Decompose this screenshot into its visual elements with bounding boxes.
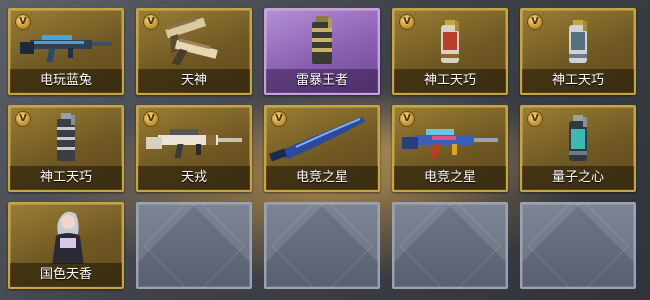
item-name: 神工天巧 xyxy=(10,166,122,190)
item-slot-5[interactable]: V 神工天巧 xyxy=(520,8,636,95)
item-name: 电玩蓝兔 xyxy=(10,69,122,93)
empty-slot[interactable] xyxy=(136,202,252,289)
empty-slot[interactable] xyxy=(264,202,380,289)
inventory-grid: V 电玩蓝兔 V 天神 雷暴王者 V 神工天巧 V 神工天巧 V 神工天巧 V … xyxy=(0,0,650,300)
rifle-icon xyxy=(402,129,498,158)
item-name: 神工天巧 xyxy=(522,69,634,93)
grenade-icon xyxy=(312,16,332,64)
item-slot-3[interactable]: 雷暴王者 xyxy=(264,8,380,95)
grenade-icon xyxy=(569,20,587,63)
item-name: 国色天香 xyxy=(10,263,122,287)
item-slot-4[interactable]: V 神工天巧 xyxy=(392,8,508,95)
item-slot-11[interactable]: 国色天香 xyxy=(8,202,124,289)
item-slot-6[interactable]: V 神工天巧 xyxy=(8,105,124,192)
dual-pistols-icon xyxy=(165,17,218,66)
empty-slot[interactable] xyxy=(520,202,636,289)
character-icon xyxy=(52,211,84,264)
rifle-icon xyxy=(20,35,112,62)
item-name: 天戎 xyxy=(138,166,250,190)
item-name: 电竞之星 xyxy=(266,166,378,190)
grenade-icon xyxy=(441,20,459,63)
item-slot-10[interactable]: V 量子之心 xyxy=(520,105,636,192)
item-slot-8[interactable]: V 电竞之星 xyxy=(264,105,380,192)
grenade-icon xyxy=(569,115,587,161)
item-name: 神工天巧 xyxy=(394,69,506,93)
item-slot-2[interactable]: V 天神 xyxy=(136,8,252,95)
empty-slot[interactable] xyxy=(392,202,508,289)
knife-icon xyxy=(269,117,366,162)
item-name: 量子之心 xyxy=(522,166,634,190)
item-slot-7[interactable]: V 天戎 xyxy=(136,105,252,192)
item-slot-1[interactable]: V 电玩蓝兔 xyxy=(8,8,124,95)
item-name: 雷暴王者 xyxy=(266,69,378,93)
item-name: 天神 xyxy=(138,69,250,93)
grenade-icon xyxy=(57,113,75,161)
item-name: 电竞之星 xyxy=(394,166,506,190)
item-slot-9[interactable]: V 电竞之星 xyxy=(392,105,508,192)
rifle-icon xyxy=(146,129,242,158)
